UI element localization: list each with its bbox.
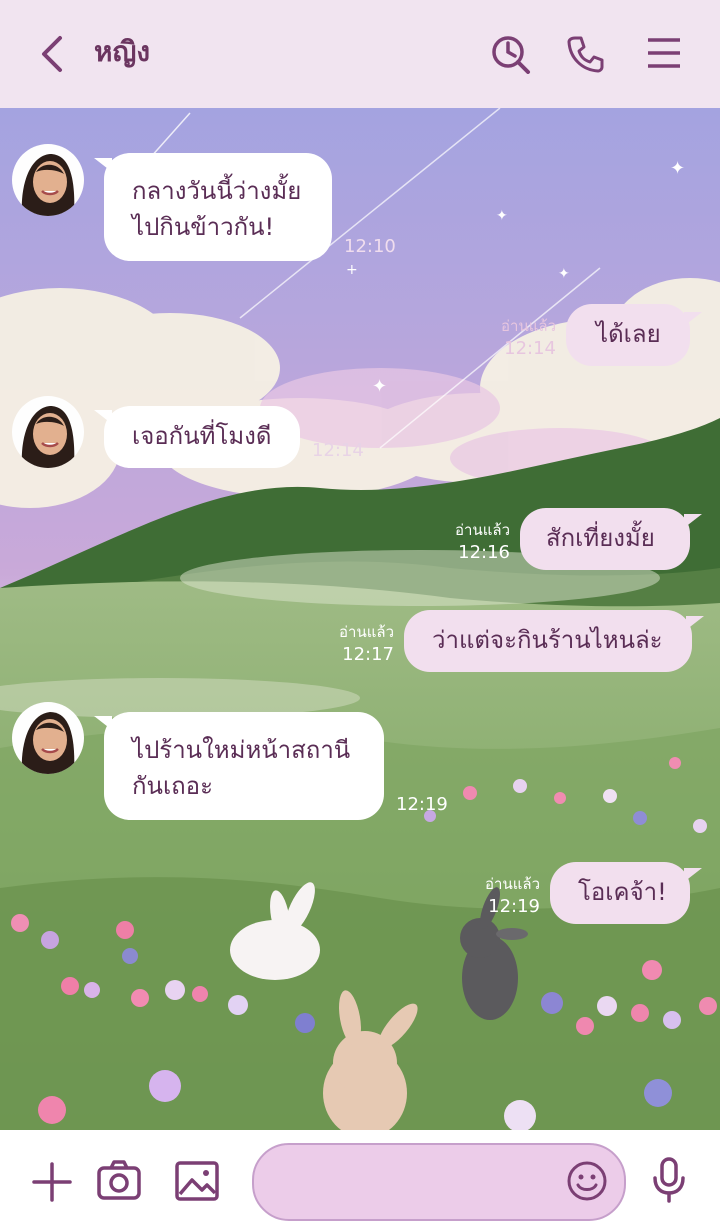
- message-timestamp: 12:14: [504, 338, 556, 359]
- message-timestamp: 12:19: [488, 896, 540, 917]
- message-text: สักเที่ยงมั้ย: [546, 524, 655, 552]
- message-text: โอเคจ้า!: [578, 878, 667, 906]
- svg-text:+: +: [346, 262, 358, 278]
- message-timestamp: 12:14: [312, 440, 364, 461]
- message-text-line: ไปร้านใหม่หน้าสถานี: [132, 736, 351, 764]
- contact-avatar[interactable]: [12, 702, 84, 774]
- plus-icon[interactable]: [30, 1160, 74, 1204]
- svg-text:✦: ✦: [372, 376, 387, 397]
- message-bubble-outgoing[interactable]: ว่าแต่จะกินร้านไหนล่ะ: [404, 610, 692, 672]
- contact-avatar[interactable]: [12, 144, 84, 216]
- image-icon[interactable]: [174, 1160, 220, 1202]
- read-receipt: อ่านแล้ว: [455, 521, 510, 539]
- chevron-left-icon[interactable]: [36, 34, 68, 74]
- hamburger-menu-icon[interactable]: [646, 36, 682, 70]
- message-text: ว่าแต่จะกินร้านไหนล่ะ: [432, 626, 663, 654]
- message-bubble-outgoing[interactable]: โอเคจ้า!: [550, 862, 690, 924]
- message-bubble-incoming[interactable]: เจอกันที่โมงดี: [104, 406, 300, 468]
- message-text: ได้เลย: [596, 320, 661, 348]
- message-text-line: กันเถอะ: [132, 772, 213, 800]
- microphone-icon[interactable]: [650, 1156, 688, 1204]
- read-receipt: อ่านแล้ว: [339, 623, 394, 641]
- message-bubble-incoming[interactable]: กลางวันนี้ว่างมั้ย ไปกินข้าวกัน!: [104, 153, 332, 261]
- read-receipt: อ่านแล้ว: [501, 317, 556, 335]
- message-text-line: กลางวันนี้ว่างมั้ย: [132, 177, 302, 205]
- contact-avatar[interactable]: [12, 396, 84, 468]
- contact-name: หญิง: [94, 35, 150, 68]
- message-timestamp: 12:17: [342, 644, 394, 665]
- message-bubble-outgoing[interactable]: ได้เลย: [566, 304, 690, 366]
- message-timestamp: 12:16: [458, 542, 510, 563]
- smiley-icon[interactable]: [566, 1160, 608, 1202]
- phone-icon[interactable]: [566, 34, 606, 74]
- chat-area[interactable]: ✦ ✦ ✦ ✦ + กลางวันนี้ว่างมั้ย ไปกินข้าวกั…: [0, 108, 720, 1130]
- read-receipt: อ่านแล้ว: [485, 875, 540, 893]
- camera-icon[interactable]: [96, 1158, 142, 1202]
- chat-header: หญิง: [0, 0, 720, 108]
- message-timestamp: 12:10: [344, 236, 396, 257]
- svg-text:✦: ✦: [558, 266, 570, 282]
- message-timestamp: 12:19: [396, 794, 448, 815]
- message-bubble-outgoing[interactable]: สักเที่ยงมั้ย: [520, 508, 690, 570]
- message-bubble-incoming[interactable]: ไปร้านใหม่หน้าสถานี กันเถอะ: [104, 712, 384, 820]
- message-text-line: ไปกินข้าวกัน!: [132, 213, 275, 241]
- svg-text:✦: ✦: [670, 158, 685, 179]
- clock-search-icon[interactable]: [490, 34, 534, 74]
- message-text: เจอกันที่โมงดี: [132, 422, 272, 450]
- svg-text:✦: ✦: [496, 208, 508, 224]
